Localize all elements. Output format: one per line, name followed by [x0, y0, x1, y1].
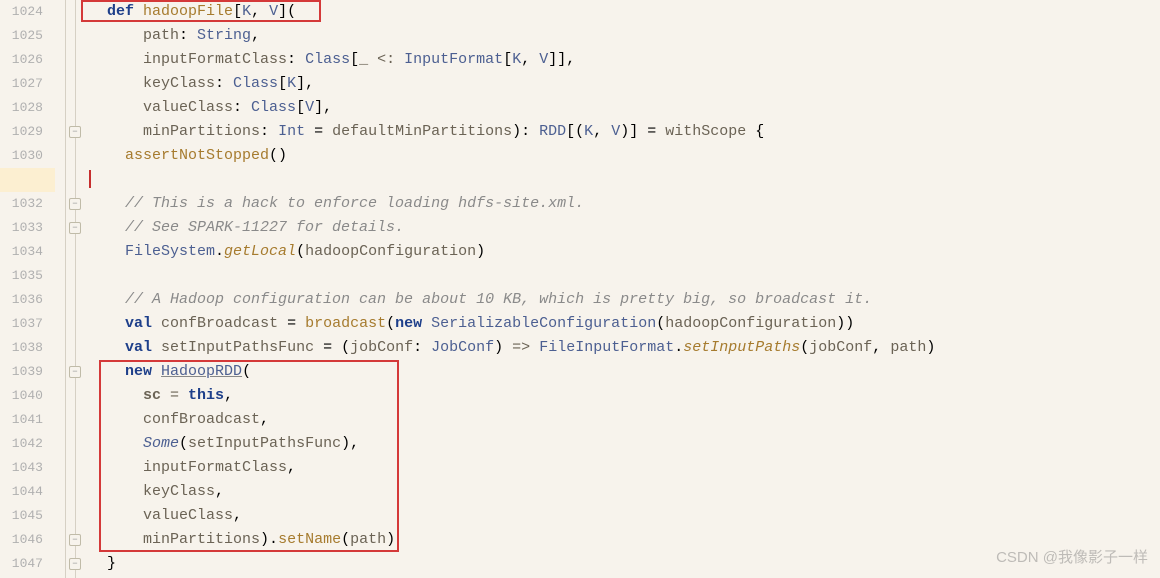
- code-line[interactable]: keyClass,: [89, 480, 1160, 504]
- line-number: 1030: [0, 144, 43, 168]
- line-number: 1039: [0, 360, 43, 384]
- code-editor[interactable]: 1024 1025 1026 1027 1028 1029 1030 1031 …: [0, 0, 1160, 578]
- line-number: 1043: [0, 456, 43, 480]
- line-number: 1028: [0, 96, 43, 120]
- code-line[interactable]: new HadoopRDD(: [89, 360, 1160, 384]
- code-line[interactable]: valueClass,: [89, 504, 1160, 528]
- line-number: 1032: [0, 192, 43, 216]
- code-line[interactable]: FileSystem.getLocal(hadoopConfiguration): [89, 240, 1160, 264]
- code-line[interactable]: }: [89, 552, 1160, 576]
- line-number: 1035: [0, 264, 43, 288]
- code-line[interactable]: keyClass: Class[K],: [89, 72, 1160, 96]
- line-number: 1029: [0, 120, 43, 144]
- fold-guide-line: [75, 0, 76, 578]
- fold-guide-line: [65, 0, 66, 578]
- code-area[interactable]: def hadoopFile[K, V]( path: String, inpu…: [85, 0, 1160, 578]
- code-line[interactable]: confBroadcast,: [89, 408, 1160, 432]
- fold-marker-icon[interactable]: −: [69, 534, 81, 546]
- code-line[interactable]: [89, 264, 1160, 288]
- line-number: 1040: [0, 384, 43, 408]
- line-number: 1027: [0, 72, 43, 96]
- code-line[interactable]: // This is a hack to enforce loading hdf…: [89, 192, 1160, 216]
- text-cursor: [89, 170, 91, 188]
- code-line[interactable]: // A Hadoop configuration can be about 1…: [89, 288, 1160, 312]
- code-line[interactable]: sc = this,: [89, 384, 1160, 408]
- line-number: 1047: [0, 552, 43, 576]
- line-number: 1038: [0, 336, 43, 360]
- code-line[interactable]: valueClass: Class[V],: [89, 96, 1160, 120]
- code-line[interactable]: val setInputPathsFunc = (jobConf: JobCon…: [89, 336, 1160, 360]
- fold-marker-icon[interactable]: −: [69, 366, 81, 378]
- code-line[interactable]: [89, 168, 1160, 192]
- code-line[interactable]: inputFormatClass,: [89, 456, 1160, 480]
- code-line[interactable]: inputFormatClass: Class[_ <: InputFormat…: [89, 48, 1160, 72]
- line-number: 1026: [0, 48, 43, 72]
- line-number-gutter: 1024 1025 1026 1027 1028 1029 1030 1031 …: [0, 0, 55, 578]
- line-number: 1025: [0, 24, 43, 48]
- fold-column: − − − − − −: [55, 0, 85, 578]
- code-line[interactable]: val confBroadcast = broadcast(new Serial…: [89, 312, 1160, 336]
- code-line[interactable]: Some(setInputPathsFunc),: [89, 432, 1160, 456]
- line-number: 1033: [0, 216, 43, 240]
- code-line[interactable]: // See SPARK-11227 for details.: [89, 216, 1160, 240]
- line-number: 1034: [0, 240, 43, 264]
- code-line[interactable]: path: String,: [89, 24, 1160, 48]
- line-number: 1044: [0, 480, 43, 504]
- line-number: 1045: [0, 504, 43, 528]
- line-number: 1037: [0, 312, 43, 336]
- fold-marker-icon[interactable]: −: [69, 126, 81, 138]
- line-number: 1024: [0, 0, 43, 24]
- code-line[interactable]: def hadoopFile[K, V](: [89, 0, 1160, 24]
- line-number: 1036: [0, 288, 43, 312]
- code-line[interactable]: minPartitions).setName(path): [89, 528, 1160, 552]
- line-number: 1042: [0, 432, 43, 456]
- code-line[interactable]: assertNotStopped(): [89, 144, 1160, 168]
- code-line[interactable]: minPartitions: Int = defaultMinPartition…: [89, 120, 1160, 144]
- line-number: 1046: [0, 528, 43, 552]
- fold-marker-icon[interactable]: −: [69, 222, 81, 234]
- fold-marker-icon[interactable]: −: [69, 198, 81, 210]
- fold-marker-icon[interactable]: −: [69, 558, 81, 570]
- line-number: 1041: [0, 408, 43, 432]
